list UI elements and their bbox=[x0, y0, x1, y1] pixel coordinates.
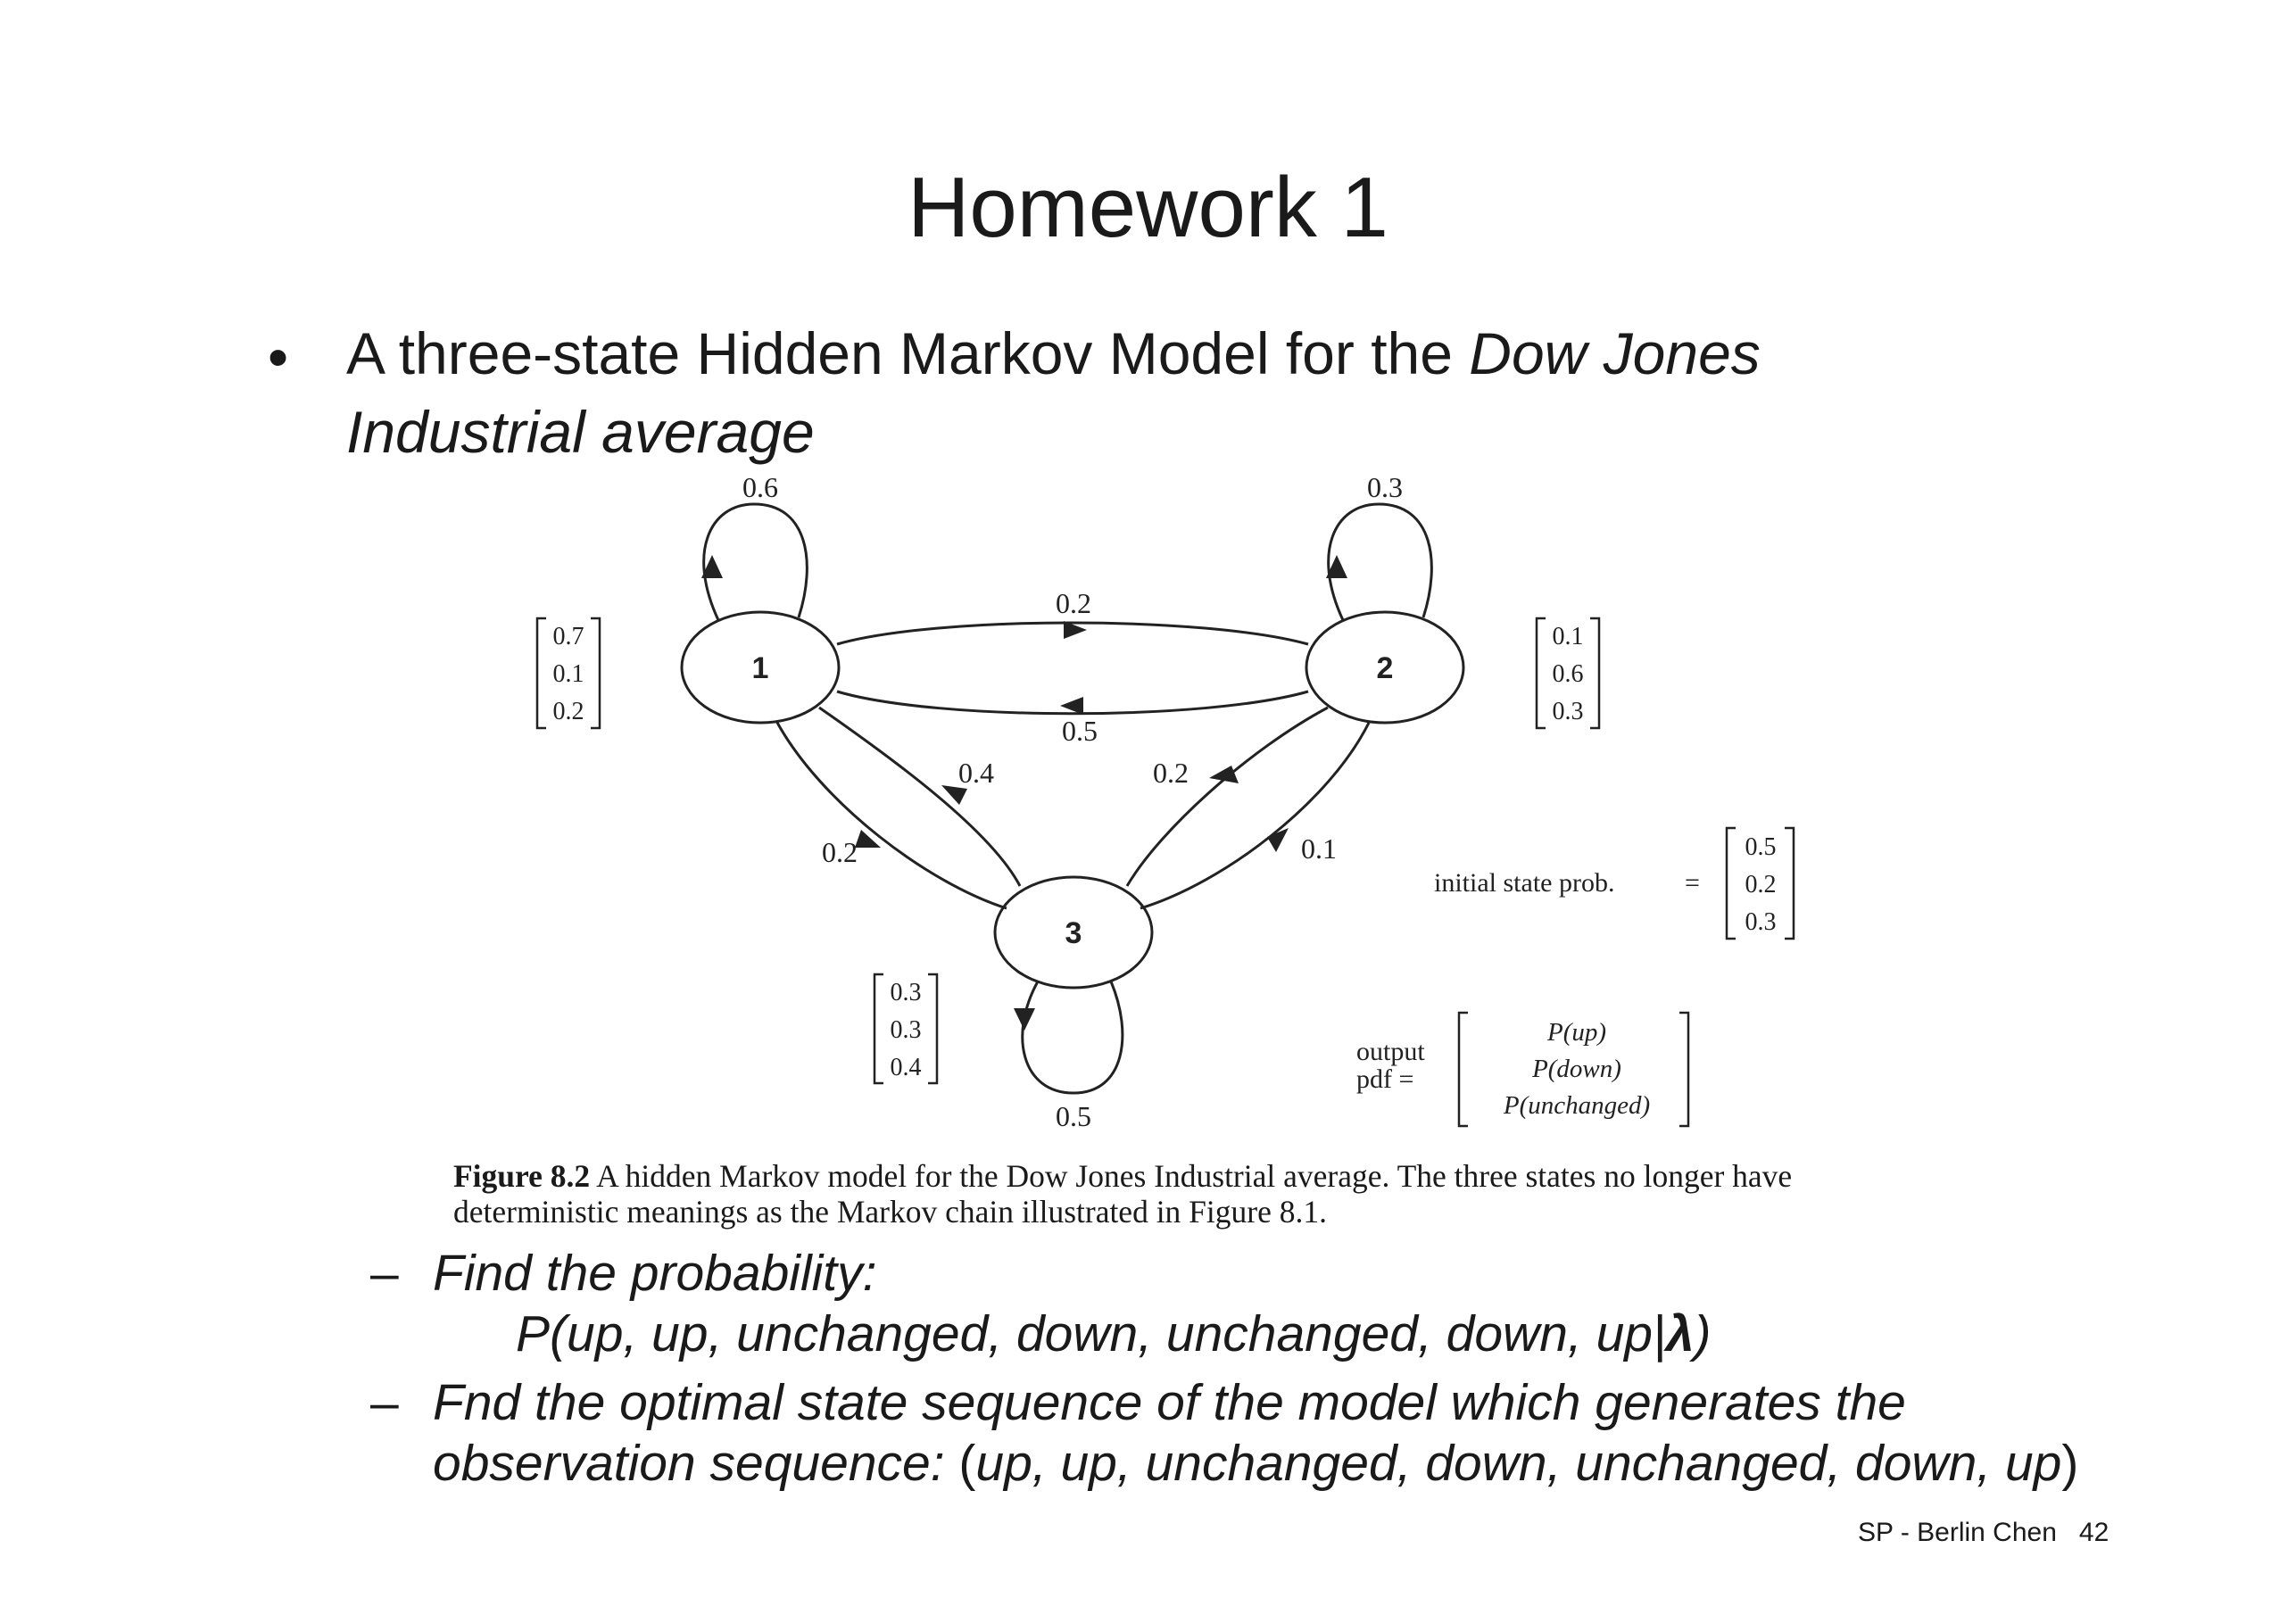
state-3-output-1: 0.3 bbox=[891, 1016, 922, 1044]
transition-2-1-arrow bbox=[1060, 697, 1083, 715]
transition-3-3-arc bbox=[1021, 981, 1124, 1095]
initial-prob-2: 0.3 bbox=[1745, 908, 1777, 936]
state-1-output-vector: 0.7 0.1 0.2 bbox=[535, 617, 601, 730]
transition-1-1-label: 0.6 bbox=[742, 471, 778, 503]
figure-caption: Figure 8.2 A hidden Markov model for the… bbox=[453, 1158, 1926, 1230]
footer-text: SP - Berlin Chen bbox=[1858, 1518, 2057, 1547]
transition-2-2-arc bbox=[1327, 502, 1433, 621]
output-pdf-label-line1: output bbox=[1356, 1037, 1425, 1066]
state-2-output-vector: 0.1 0.6 0.3 bbox=[1535, 617, 1601, 730]
state-1-label: 1 bbox=[752, 651, 769, 685]
state-3-output-2: 0.4 bbox=[891, 1054, 922, 1081]
state-2-output-0: 0.1 bbox=[1553, 623, 1584, 650]
subitem-2-open-paren: ( bbox=[958, 1435, 976, 1492]
transition-2-2-label: 0.3 bbox=[1367, 471, 1403, 503]
transition-3-1-label: 0.4 bbox=[958, 757, 994, 789]
page-number: 42 bbox=[2078, 1518, 2110, 1547]
prob-expression-p: P bbox=[516, 1305, 551, 1362]
initial-prob-1: 0.2 bbox=[1745, 871, 1777, 898]
state-3-output-vector: 0.3 0.3 0.4 bbox=[873, 973, 939, 1085]
footer: SP - Berlin Chen 42 bbox=[1858, 1517, 2109, 1549]
output-pdf-vector: P(up) P(down) P(unchanged) bbox=[1457, 1011, 1690, 1128]
transition-1-2-label: 0.2 bbox=[1056, 587, 1091, 619]
transition-3-3-label: 0.5 bbox=[1056, 1100, 1091, 1132]
transition-2-3-arrow bbox=[1209, 766, 1239, 783]
subitem-2-close-paren: ) bbox=[2061, 1435, 2079, 1492]
initial-prob-equals: = bbox=[1685, 868, 1700, 898]
initial-prob-label: initial state prob. bbox=[1434, 868, 1614, 898]
state-3-output-0: 0.3 bbox=[891, 979, 922, 1006]
transition-2-3-label: 0.2 bbox=[1153, 757, 1189, 789]
subitem-probability-expression: P(up, up, unchanged, down, unchanged, do… bbox=[516, 1303, 1712, 1365]
transition-3-2-label: 0.1 bbox=[1301, 832, 1337, 865]
subitem-1-dash: – bbox=[370, 1245, 399, 1302]
transition-3-3-arrow bbox=[1014, 1008, 1035, 1031]
output-pdf-2: P(unchanged) bbox=[1503, 1091, 1650, 1120]
subitem-2-dash: – bbox=[370, 1374, 399, 1431]
state-1-output-1: 0.1 bbox=[553, 660, 584, 688]
state-2-label: 2 bbox=[1377, 651, 1394, 685]
subitem-2-line2: observation sequence: (up, up, unchanged… bbox=[433, 1432, 2078, 1495]
transition-3-2-arc bbox=[1140, 720, 1372, 910]
state-1-output-2: 0.2 bbox=[553, 698, 584, 725]
prob-expression-close: ) bbox=[1694, 1305, 1712, 1362]
state-2-output-1: 0.6 bbox=[1553, 660, 1584, 688]
subitem-1-text: Find the probability: bbox=[433, 1245, 877, 1302]
figure-caption-label: Figure 8.2 bbox=[453, 1158, 591, 1194]
output-pdf-0: P(up) bbox=[1546, 1018, 1606, 1047]
transition-1-3-arc bbox=[775, 720, 1007, 910]
figure-caption-text: A hidden Markov model for the Dow Jones … bbox=[453, 1158, 1793, 1230]
subitem-2-sequence: up, up, unchanged, down, unchanged, down… bbox=[975, 1435, 2062, 1492]
initial-prob-vector: 0.5 0.2 0.3 bbox=[1725, 826, 1795, 940]
output-pdf-label-line2: pdf = bbox=[1356, 1064, 1413, 1094]
lambda-symbol: λ bbox=[1665, 1305, 1695, 1362]
state-2-output-2: 0.3 bbox=[1553, 698, 1584, 725]
transition-1-1-arc bbox=[702, 502, 808, 621]
subitem-2-line1: Fnd the optimal state sequence of the mo… bbox=[433, 1374, 1906, 1431]
state-3-label: 3 bbox=[1065, 916, 1082, 950]
transition-1-3-arrow bbox=[855, 830, 881, 848]
state-1-output-0: 0.7 bbox=[553, 623, 584, 650]
output-pdf-1: P(down) bbox=[1531, 1055, 1621, 1083]
transition-2-3-arc bbox=[1125, 706, 1329, 887]
transition-2-1-label: 0.5 bbox=[1062, 715, 1098, 747]
prob-expression-seq: (up, up, unchanged, down, unchanged, dow… bbox=[550, 1305, 1666, 1362]
transition-1-3-label: 0.2 bbox=[822, 836, 858, 868]
subitem-2-line2-italic: observation sequence: bbox=[433, 1435, 959, 1492]
initial-prob-0: 0.5 bbox=[1745, 833, 1777, 861]
